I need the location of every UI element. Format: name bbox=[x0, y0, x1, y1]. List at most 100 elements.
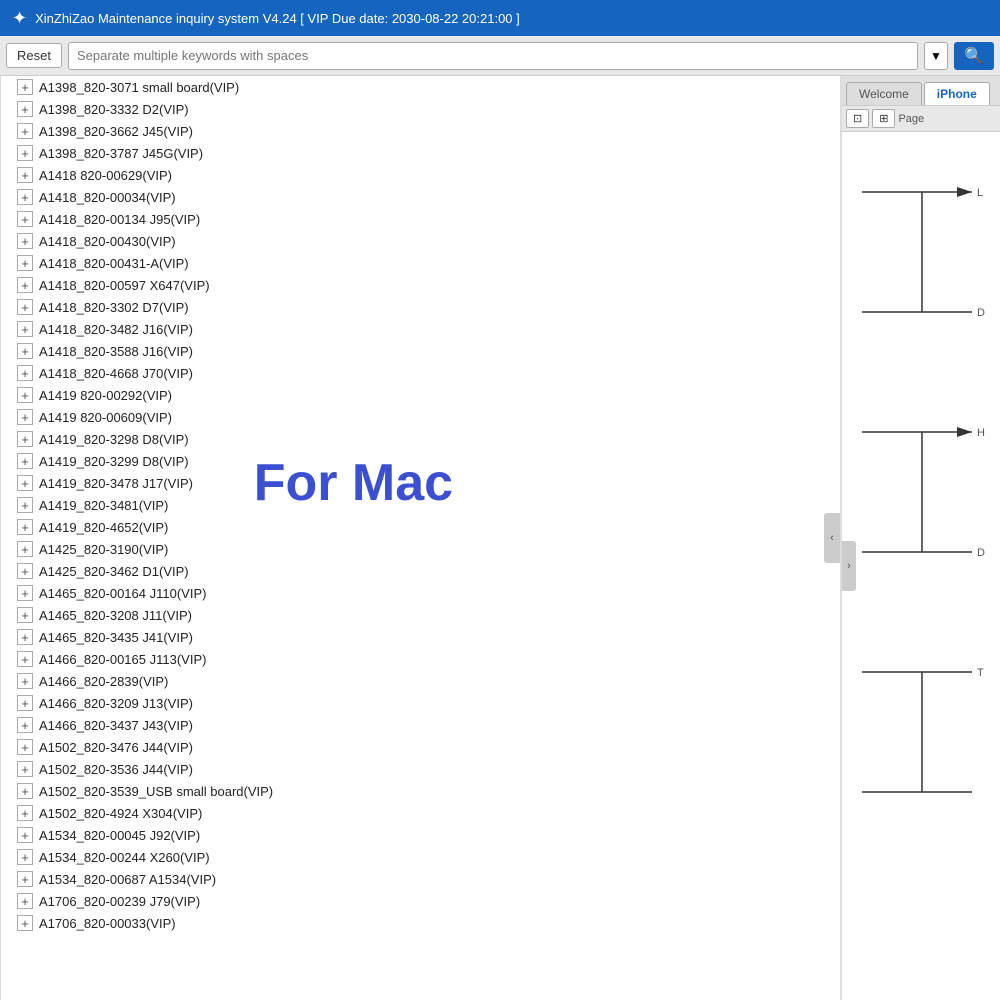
svg-text:D: D bbox=[977, 307, 985, 319]
expand-icon[interactable]: + bbox=[17, 541, 33, 557]
tree-item[interactable]: + A1502_820-3539_USB small board(VIP) bbox=[1, 780, 840, 802]
tree-item[interactable]: + A1418_820-00430(VIP) bbox=[1, 230, 840, 252]
tree-item[interactable]: +A1466_820-3437 J43(VIP) bbox=[1, 714, 840, 736]
expand-icon[interactable]: + bbox=[17, 563, 33, 579]
expand-icon[interactable]: + bbox=[17, 805, 33, 821]
expand-icon[interactable]: + bbox=[17, 299, 33, 315]
tree-item[interactable]: +A1418_820-00034(VIP) bbox=[1, 186, 840, 208]
expand-icon[interactable]: + bbox=[17, 321, 33, 337]
tree-item[interactable]: +A1418_820-4668 J70(VIP) bbox=[1, 362, 840, 384]
expand-icon[interactable]: + bbox=[17, 409, 33, 425]
tree-item[interactable]: + A1418_820-3482 J16(VIP) bbox=[1, 318, 840, 340]
expand-icon[interactable]: + bbox=[17, 849, 33, 865]
tree-item[interactable]: + A1398_820-3662 J45(VIP) bbox=[1, 120, 840, 142]
expand-icon[interactable]: + bbox=[17, 761, 33, 777]
reset-button[interactable]: Reset bbox=[6, 43, 62, 68]
expand-icon[interactable]: + bbox=[17, 783, 33, 799]
tab-welcome[interactable]: Welcome bbox=[846, 82, 922, 105]
tree-item[interactable]: +A1534_820-00244 X260(VIP) bbox=[1, 846, 840, 868]
expand-icon[interactable]: + bbox=[17, 871, 33, 887]
tree-item[interactable]: +A1466_820-2839(VIP) bbox=[1, 670, 840, 692]
tree-item[interactable]: +A1465_820-3435 J41(VIP) bbox=[1, 626, 840, 648]
expand-icon[interactable]: + bbox=[17, 189, 33, 205]
item-label: A1398_820-3662 J45(VIP) bbox=[39, 124, 193, 139]
expand-icon[interactable]: + bbox=[17, 123, 33, 139]
search-input[interactable] bbox=[68, 42, 918, 70]
tree-item[interactable]: +A1465_820-00164 J110(VIP) bbox=[1, 582, 840, 604]
expand-icon[interactable]: + bbox=[17, 673, 33, 689]
expand-icon[interactable]: + bbox=[17, 739, 33, 755]
tree-item[interactable]: + A1418 820-00629(VIP) bbox=[1, 164, 840, 186]
star-icon: ✦ bbox=[12, 8, 27, 29]
tree-item[interactable]: + A1418_820-3588 J16(VIP) bbox=[1, 340, 840, 362]
tree-item[interactable]: + A1398_820-3071 small board(VIP) bbox=[1, 76, 840, 98]
expand-icon[interactable]: + bbox=[17, 233, 33, 249]
item-label: A1398_820-3071 small board(VIP) bbox=[39, 80, 239, 95]
expand-icon[interactable]: + bbox=[17, 343, 33, 359]
tree-item[interactable]: +A1502_820-3476 J44(VIP) bbox=[1, 736, 840, 758]
tree-item[interactable]: +A1706_820-00239 J79(VIP) bbox=[1, 890, 840, 912]
expand-icon[interactable]: + bbox=[17, 277, 33, 293]
expand-icon[interactable]: + bbox=[17, 651, 33, 667]
expand-icon[interactable]: + bbox=[17, 519, 33, 535]
tree-item[interactable]: +A1418_820-00134 J95(VIP) bbox=[1, 208, 840, 230]
diagram-collapse-button[interactable]: › bbox=[842, 541, 856, 591]
expand-icon[interactable]: + bbox=[17, 585, 33, 601]
expand-icon[interactable]: + bbox=[17, 893, 33, 909]
page-fit-width-button[interactable]: ⊡ bbox=[846, 109, 869, 128]
tree-item[interactable]: +A1534_820-00045 J92(VIP) bbox=[1, 824, 840, 846]
tree-item[interactable]: +A1425_820-3190(VIP) bbox=[1, 538, 840, 560]
item-label: A1419_820-3481(VIP) bbox=[39, 498, 168, 513]
expand-icon[interactable]: + bbox=[17, 453, 33, 469]
expand-icon[interactable]: + bbox=[17, 145, 33, 161]
expand-icon[interactable]: + bbox=[17, 695, 33, 711]
tree-item[interactable]: +A1418_820-00431-A(VIP) bbox=[1, 252, 840, 274]
expand-icon[interactable]: + bbox=[17, 79, 33, 95]
expand-icon[interactable]: + bbox=[17, 827, 33, 843]
expand-icon[interactable]: + bbox=[17, 915, 33, 931]
tab-iphone[interactable]: iPhone bbox=[924, 82, 990, 105]
expand-icon[interactable]: + bbox=[17, 497, 33, 513]
tree-item[interactable]: +A1425_820-3462 D1(VIP) bbox=[1, 560, 840, 582]
tree-collapse-button[interactable]: ‹ bbox=[824, 513, 840, 563]
expand-icon[interactable]: + bbox=[17, 101, 33, 117]
expand-icon[interactable]: + bbox=[17, 717, 33, 733]
tree-item[interactable]: +A1419_820-3298 D8(VIP) bbox=[1, 428, 840, 450]
tree-item[interactable]: +A1419_820-4652(VIP) bbox=[1, 516, 840, 538]
expand-icon[interactable]: + bbox=[17, 475, 33, 491]
tree-item[interactable]: +A1398_820-3787 J45G(VIP) bbox=[1, 142, 840, 164]
page-fit-page-button[interactable]: ⊞ bbox=[872, 109, 895, 128]
tree-item[interactable]: +A1502_820-4924 X304(VIP) bbox=[1, 802, 840, 824]
item-label: A1419 820-00609(VIP) bbox=[39, 410, 172, 425]
expand-icon[interactable]: + bbox=[17, 431, 33, 447]
item-label: A1502_820-3539_USB small board(VIP) bbox=[39, 784, 273, 799]
expand-icon[interactable]: + bbox=[17, 365, 33, 381]
tree-item[interactable]: +A1502_820-3536 J44(VIP) bbox=[1, 758, 840, 780]
tree-panel[interactable]: For Mac +A1398_820-3071 small board(VIP)… bbox=[1, 76, 841, 1000]
tree-item[interactable]: +A1419_820-3478 J17(VIP) bbox=[1, 472, 840, 494]
tree-item[interactable]: +A1466_820-00165 J113(VIP) bbox=[1, 648, 840, 670]
tree-item[interactable]: +A1418_820-00597 X647(VIP) bbox=[1, 274, 840, 296]
item-label: A1418 820-00629(VIP) bbox=[39, 168, 172, 183]
tree-item[interactable]: +A1398_820-3332 D2(VIP) bbox=[1, 98, 840, 120]
tree-item[interactable]: +A1418_820-3302 D7(VIP) bbox=[1, 296, 840, 318]
tree-item[interactable]: +A1419 820-00292(VIP) bbox=[1, 384, 840, 406]
tree-item[interactable]: +A1706_820-00033(VIP) bbox=[1, 912, 840, 934]
dropdown-button[interactable]: ▼ bbox=[924, 42, 948, 70]
tree-item[interactable]: +A1534_820-00687 A1534(VIP) bbox=[1, 868, 840, 890]
item-label: A1418_820-3588 J16(VIP) bbox=[39, 344, 193, 359]
tree-item[interactable]: +A1466_820-3209 J13(VIP) bbox=[1, 692, 840, 714]
search-button[interactable]: 🔍 bbox=[954, 42, 994, 70]
expand-icon[interactable]: + bbox=[17, 387, 33, 403]
expand-icon[interactable]: + bbox=[17, 607, 33, 623]
tree-item[interactable]: +A1419_820-3299 D8(VIP) bbox=[1, 450, 840, 472]
item-label: A1418_820-3482 J16(VIP) bbox=[39, 322, 193, 337]
tree-item[interactable]: + A1419_820-3481(VIP) bbox=[1, 494, 840, 516]
expand-icon[interactable]: + bbox=[17, 211, 33, 227]
expand-icon[interactable]: + bbox=[17, 629, 33, 645]
tree-item[interactable]: +A1465_820-3208 J11(VIP) bbox=[1, 604, 840, 626]
item-label: A1418_820-00430(VIP) bbox=[39, 234, 176, 249]
expand-icon[interactable]: + bbox=[17, 167, 33, 183]
expand-icon[interactable]: + bbox=[17, 255, 33, 271]
tree-item[interactable]: + A1419 820-00609(VIP) bbox=[1, 406, 840, 428]
